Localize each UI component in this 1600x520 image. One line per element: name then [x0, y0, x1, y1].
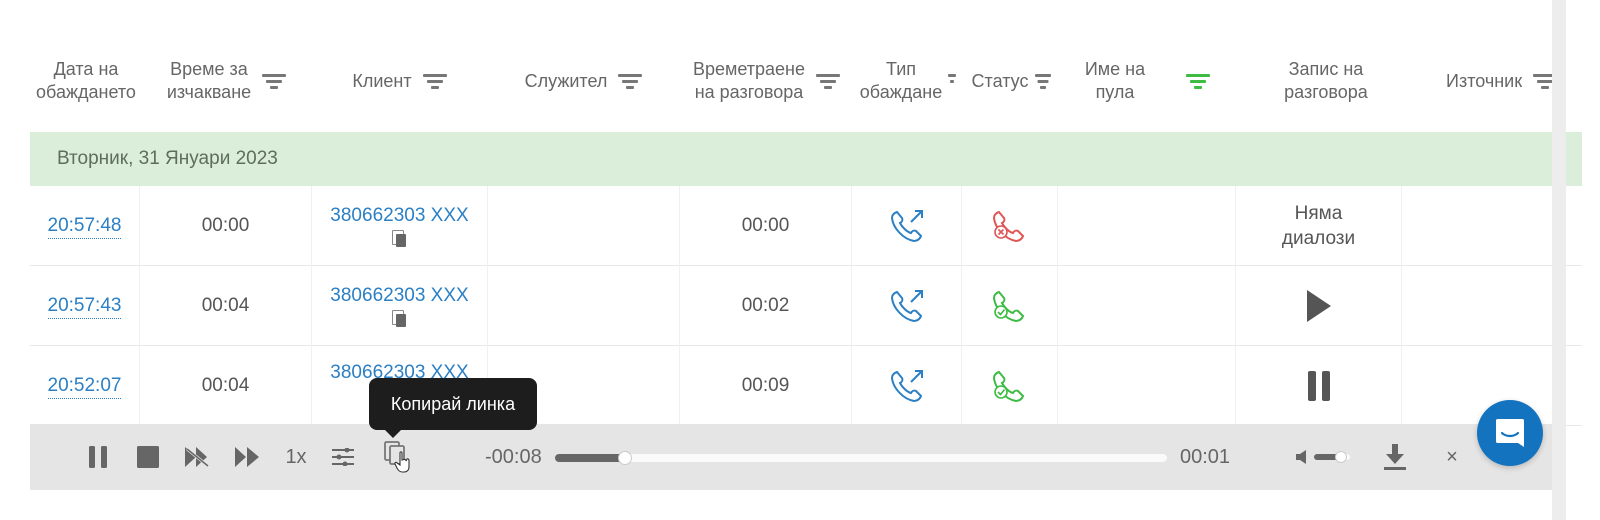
skip-silence-button[interactable]: [180, 424, 214, 490]
filter-active-icon[interactable]: [1185, 72, 1211, 90]
download-button[interactable]: [1380, 424, 1410, 490]
filter-icon[interactable]: [617, 72, 643, 90]
col-employee[interactable]: Служител: [488, 30, 680, 132]
employee-cell: [488, 186, 680, 266]
volume-slider[interactable]: [1314, 451, 1350, 463]
table-row: 20:52:07 00:04 380662303 XXX 00:09: [30, 346, 1582, 426]
speed-button[interactable]: 1x: [278, 424, 314, 490]
settings-button[interactable]: [328, 424, 358, 490]
close-icon: ×: [1446, 445, 1458, 468]
call-time-link[interactable]: 20:57:43: [47, 294, 122, 319]
filter-icon[interactable]: [261, 72, 287, 90]
progress-track[interactable]: [555, 451, 1167, 465]
progress-fill: [555, 454, 626, 462]
call-time-link[interactable]: 20:52:07: [47, 374, 122, 399]
answered-call-icon: [992, 370, 1024, 403]
volume-icon: [1296, 450, 1306, 464]
employee-cell: [488, 266, 680, 346]
pause-icon: [89, 446, 107, 468]
col-call-type[interactable]: Тип обаждане: [854, 30, 964, 132]
stop-button[interactable]: [132, 424, 164, 490]
audio-player: 1x -00:08 00:01 ×: [30, 424, 1552, 490]
calls-table: Дата на обаждането Време за изчакване Кл…: [30, 30, 1582, 426]
col-call-date[interactable]: Дата на обаждането: [30, 30, 142, 132]
col-pool-name[interactable]: Име на пула: [1060, 30, 1236, 132]
table-row: 20:57:43 00:04 380662303 XXX 00:02: [30, 266, 1582, 346]
fast-forward-button[interactable]: [230, 424, 264, 490]
volume-thumb[interactable]: [1335, 451, 1347, 463]
fast-forward-icon: [235, 447, 259, 467]
vertical-scrollbar[interactable]: [1552, 0, 1566, 520]
copy-link-icon: [384, 441, 410, 473]
play-icon[interactable]: [1305, 289, 1333, 323]
outgoing-call-icon: [890, 370, 923, 403]
missed-call-icon: [992, 210, 1024, 243]
pause-icon[interactable]: [1306, 370, 1332, 402]
filter-icon[interactable]: [1034, 72, 1052, 90]
skip-silence-icon: [185, 447, 209, 468]
download-icon: [1384, 444, 1406, 470]
pause-button[interactable]: [82, 424, 114, 490]
wait-time: 00:04: [201, 375, 250, 396]
elapsed-time: -00:08: [485, 445, 542, 468]
wait-time: 00:00: [201, 215, 250, 236]
pool-cell: [1058, 266, 1236, 346]
date-group-label: Вторник, 31 Януари 2023: [57, 148, 278, 169]
copy-link-tooltip: Копирай линка: [369, 378, 537, 438]
answered-call-icon: [992, 290, 1024, 323]
wait-time: 00:04: [201, 295, 250, 316]
stop-icon: [137, 446, 159, 468]
volume-button[interactable]: [1292, 424, 1312, 490]
remaining-time: 00:01: [1180, 445, 1231, 468]
tooltip-text: Копирай линка: [390, 393, 516, 414]
call-duration: 00:00: [741, 215, 790, 236]
filter-icon[interactable]: [815, 72, 841, 90]
filter-icon[interactable]: [946, 72, 958, 90]
date-group-row: Вторник, 31 Януари 2023: [30, 132, 1582, 186]
call-duration: 00:09: [741, 375, 790, 396]
col-status[interactable]: Статус: [964, 30, 1060, 132]
outgoing-call-icon: [890, 210, 923, 243]
outgoing-call-icon: [890, 290, 923, 323]
chat-icon: [1496, 419, 1524, 447]
call-time-link[interactable]: 20:57:48: [47, 214, 122, 239]
copy-icon[interactable]: [391, 309, 408, 328]
copy-icon[interactable]: [391, 229, 408, 248]
no-dialog-label: Няма диалози: [1281, 203, 1356, 249]
pool-cell: [1058, 186, 1236, 266]
col-wait-time[interactable]: Време за изчакване: [142, 30, 312, 132]
equalizer-icon: [332, 448, 354, 466]
client-phone-link[interactable]: 380662303 XXX: [330, 205, 468, 227]
table-header: Дата на обаждането Време за изчакване Кл…: [30, 30, 1582, 132]
table-row: 20:57:48 00:00 380662303 XXX 00:00 Няма …: [30, 186, 1582, 266]
chat-widget-button[interactable]: [1477, 400, 1543, 466]
close-player-button[interactable]: ×: [1438, 424, 1466, 490]
col-client[interactable]: Клиент: [312, 30, 488, 132]
client-phone-link[interactable]: 380662303 XXX: [330, 285, 468, 307]
col-recording[interactable]: Запис на разговора: [1236, 30, 1416, 132]
filter-icon[interactable]: [422, 72, 448, 90]
progress-thumb[interactable]: [618, 451, 633, 465]
call-duration: 00:02: [741, 295, 790, 316]
speed-label: 1x: [285, 445, 307, 468]
col-duration[interactable]: Времетраене на разговора: [680, 30, 854, 132]
pool-cell: [1058, 346, 1236, 426]
